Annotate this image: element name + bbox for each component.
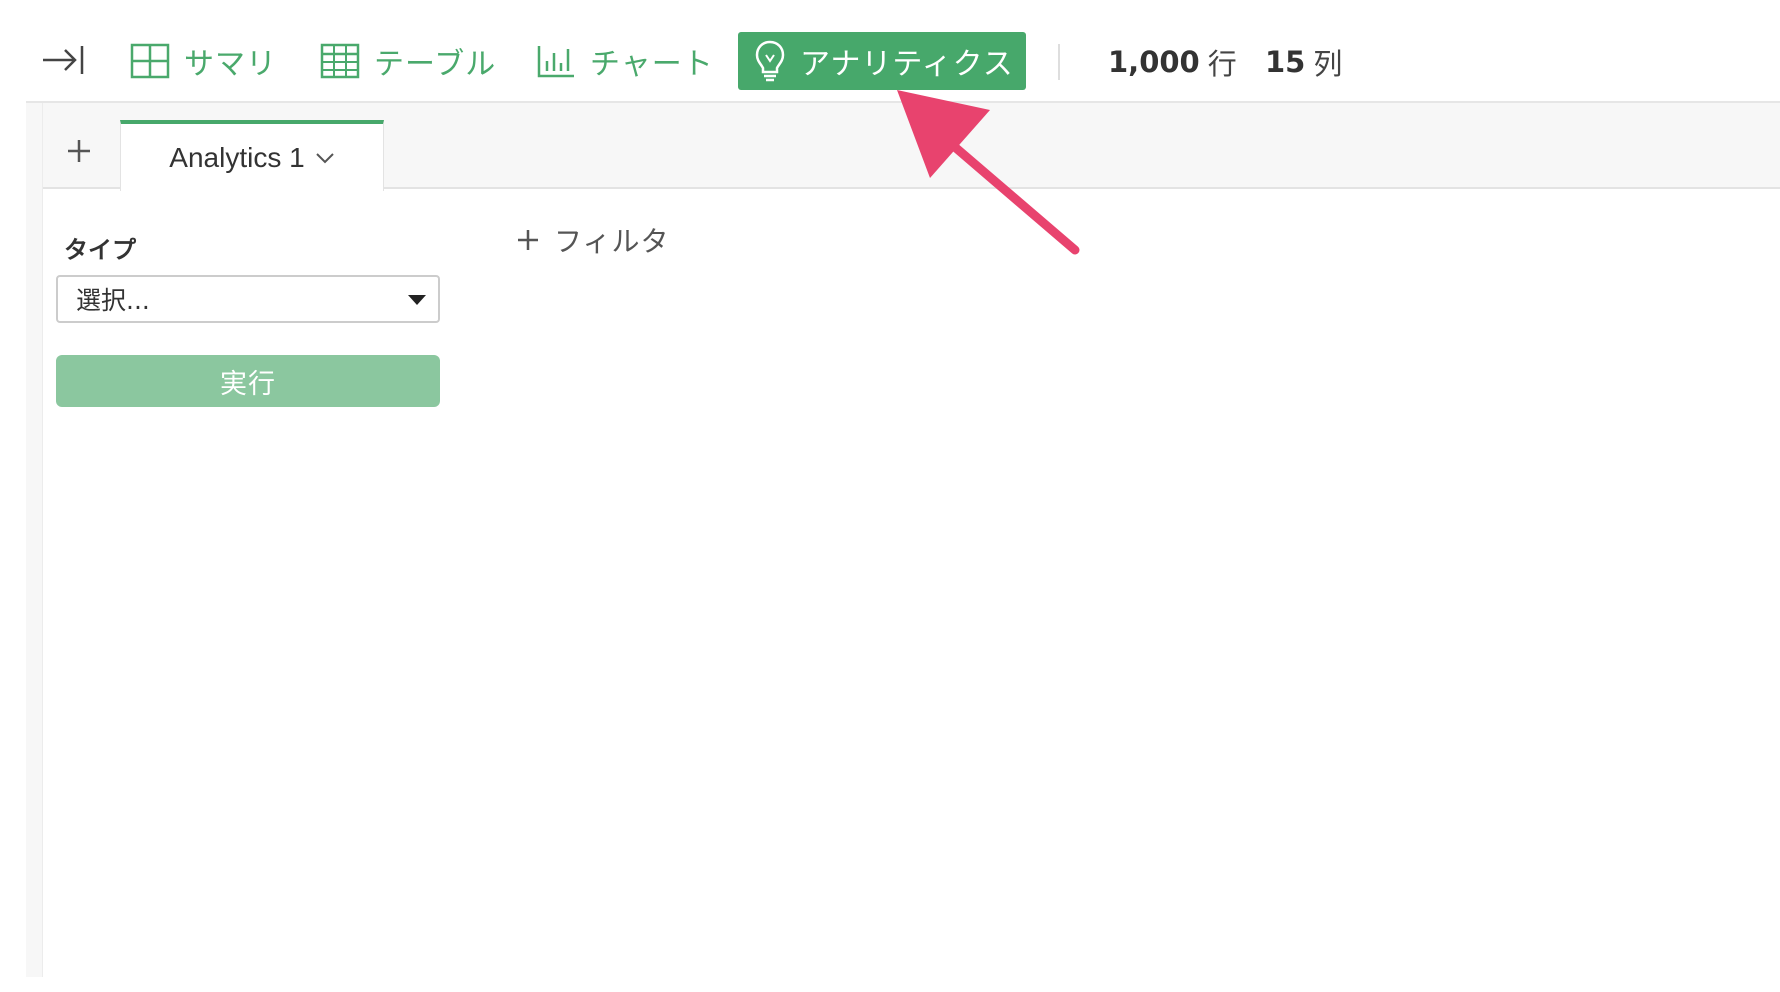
nav-summary-label: サマリ <box>184 47 277 82</box>
row-count: 1,000 行 <box>1108 44 1237 81</box>
add-filter-button[interactable]: フィルタ <box>516 220 669 260</box>
chevron-down-icon <box>315 152 334 163</box>
column-count-unit: 列 <box>1313 47 1343 81</box>
grid-2x2-icon <box>130 43 170 79</box>
toolbar-divider <box>1058 44 1060 80</box>
tab-analytics-1[interactable]: Analytics 1 <box>120 120 384 191</box>
caret-down-icon <box>408 295 426 305</box>
type-select-value: 選択... <box>76 286 150 315</box>
lightbulb-icon <box>755 40 785 82</box>
plus-icon <box>518 230 538 250</box>
column-count-value: 15 <box>1265 45 1306 79</box>
nav-table-label: テーブル <box>374 47 497 82</box>
bar-chart-icon <box>537 46 574 78</box>
add-filter-label: フィルタ <box>554 225 670 258</box>
annotation-arrow-icon <box>897 90 1080 255</box>
run-button[interactable]: 実行 <box>56 355 440 407</box>
nav-summary[interactable]: サマリ <box>130 32 277 90</box>
arrow-right-to-bar-icon <box>43 46 84 74</box>
row-count-value: 1,000 <box>1108 45 1200 79</box>
nav-chart[interactable]: チャート <box>536 32 714 90</box>
table-icon <box>320 43 360 79</box>
run-button-label: 実行 <box>220 368 276 400</box>
row-count-unit: 行 <box>1207 47 1237 81</box>
nav-chart-label: チャート <box>590 47 714 82</box>
column-count: 15 列 <box>1265 44 1343 81</box>
add-tab-button[interactable] <box>59 131 99 171</box>
type-select[interactable]: 選択... <box>56 275 440 323</box>
left-gutter <box>26 103 43 977</box>
tab-label: Analytics 1 <box>169 141 305 173</box>
collapse-sidebar-button[interactable] <box>40 40 86 80</box>
nav-analytics-label: アナリティクス <box>800 47 1014 82</box>
plus-icon <box>68 140 90 162</box>
app-page: サマリ テーブル チャート アナリティクス 1,000 行 15 列 Analy… <box>0 0 1780 992</box>
nav-table[interactable]: テーブル <box>320 32 496 90</box>
type-label: タイプ <box>64 236 136 264</box>
